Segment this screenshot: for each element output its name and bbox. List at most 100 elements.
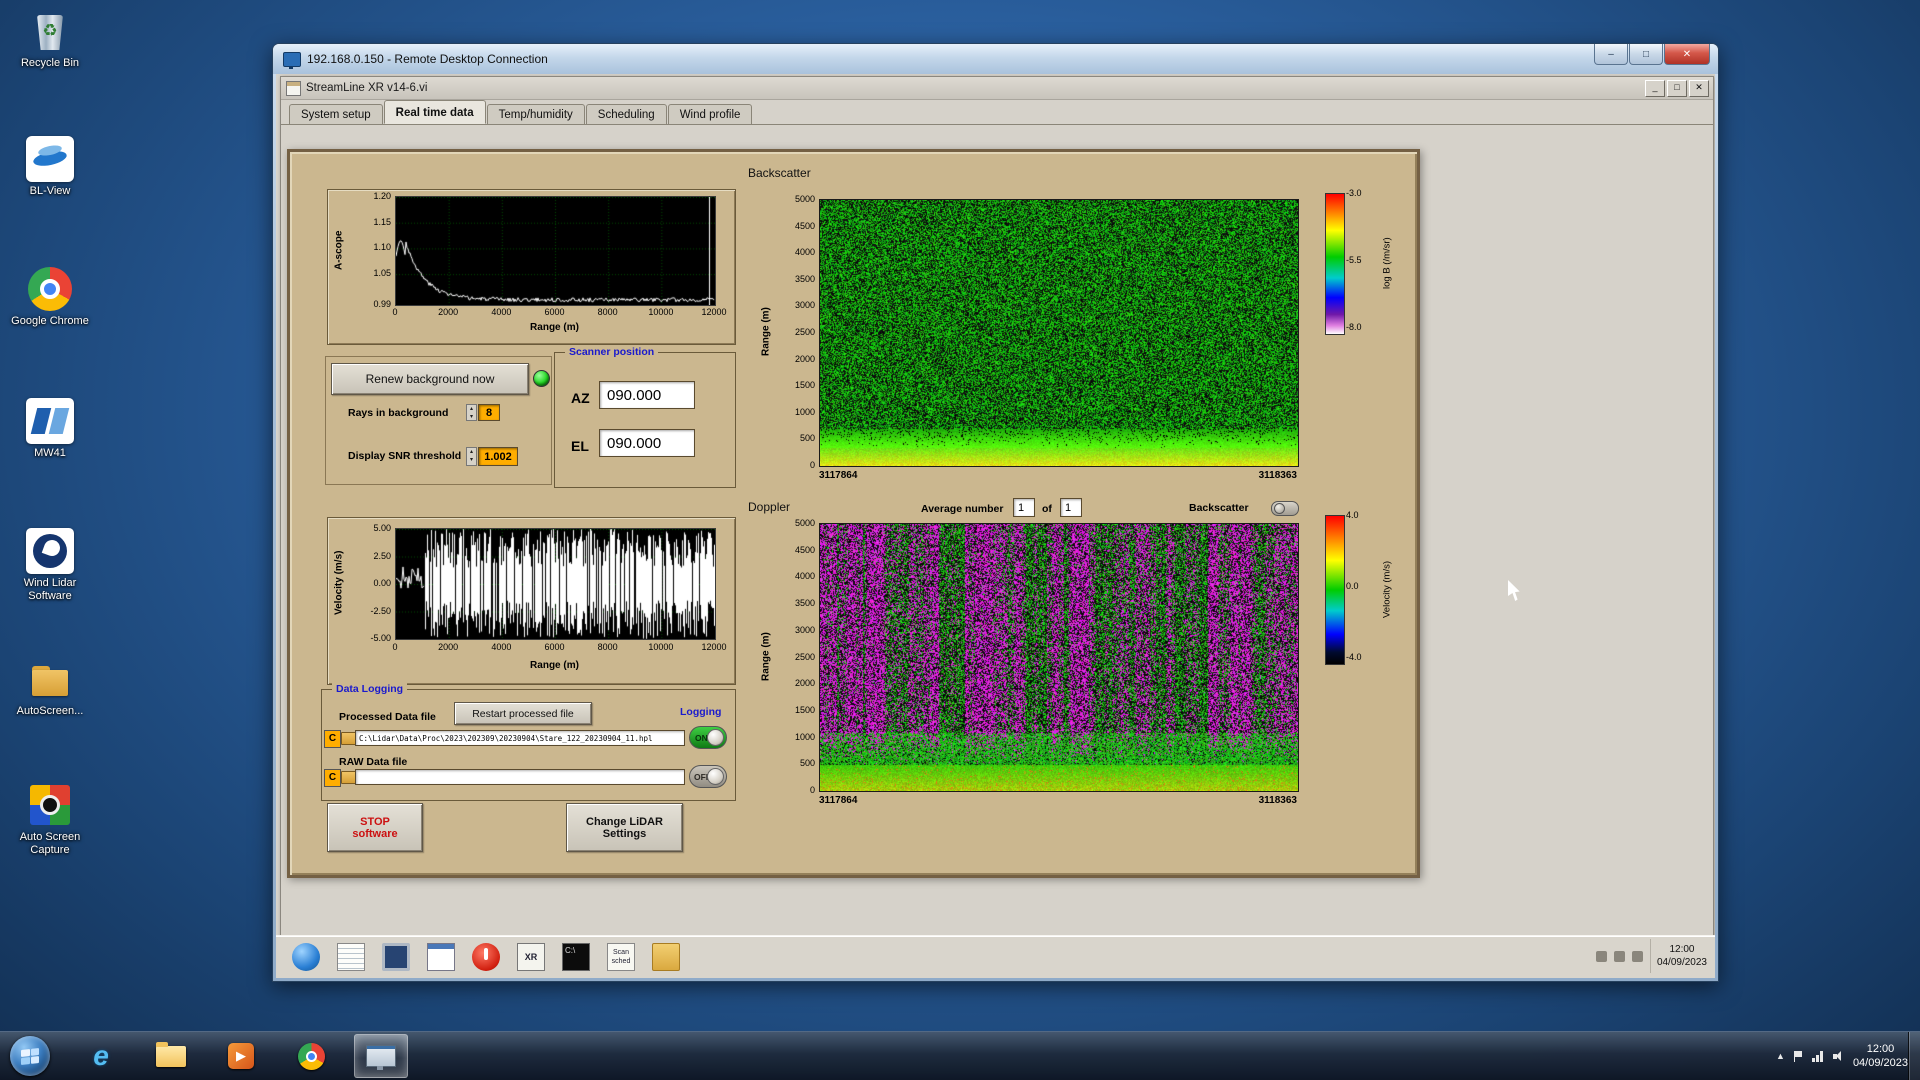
remote-tray-icon[interactable]	[1631, 950, 1643, 962]
az-value-field[interactable]: 090.000	[599, 381, 695, 409]
backscatter-x-start: 3117864	[819, 470, 858, 481]
network-icon[interactable]	[1811, 1050, 1824, 1062]
document-icon[interactable]	[337, 943, 365, 971]
logging-label: Logging	[680, 706, 722, 718]
start-button[interactable]	[10, 1036, 50, 1076]
maximize-button[interactable]: □	[1629, 44, 1663, 65]
taskbar-clock[interactable]: 12:00 04/09/2023	[1853, 1042, 1908, 1070]
tab-bar: System setup Real time data Temp/humidity S…	[281, 99, 1713, 125]
tray-expand-icon[interactable]: ▲	[1776, 1051, 1785, 1061]
axis-tick: 0.0	[1346, 581, 1359, 591]
desktop-icon-recycle-bin[interactable]: Recycle Bin	[4, 8, 96, 70]
snr-spinner[interactable]: ▴ ▾	[466, 447, 477, 466]
windows-flag-icon	[21, 1047, 39, 1065]
power-icon[interactable]	[472, 943, 500, 971]
doppler-plot	[819, 523, 1299, 792]
axis-tick: 4000	[794, 571, 815, 582]
raw-path-field[interactable]	[355, 769, 685, 785]
rdp-taskbar-icon[interactable]	[354, 1034, 408, 1078]
axis-tick: 1.20	[373, 191, 391, 201]
desktop-icon-autoscreen-folder[interactable]: AutoScreen...	[4, 656, 96, 718]
processed-drive-button[interactable]: C	[324, 730, 341, 748]
scanner-position-group: Scanner position AZ 090.000 EL 090.000	[554, 346, 736, 488]
desktop-icon-mw41[interactable]: MW41	[4, 398, 96, 460]
axis-tick: -2.50	[370, 605, 391, 616]
restart-processed-file-button[interactable]: Restart processed file	[454, 702, 592, 725]
app-restore-button[interactable]: □	[1667, 80, 1687, 97]
data-logging-group: Data Logging Processed Data file Restart…	[321, 683, 736, 801]
desktop-icon-wind-lidar[interactable]: Wind Lidar Software	[4, 528, 96, 603]
desktop-icon-auto-screen-capture[interactable]: Auto Screen Capture	[4, 782, 96, 857]
axis-tick: 2000	[438, 642, 459, 652]
toggle-knob	[707, 768, 724, 785]
axis-tick: 4.0	[1346, 510, 1359, 520]
wind-lidar-icon	[26, 528, 74, 574]
folder-icon	[156, 1041, 186, 1067]
rays-spinner[interactable]: ▴ ▾	[466, 404, 477, 421]
remote-tray-icon[interactable]	[1595, 950, 1607, 962]
xr-app-icon[interactable]: XR	[517, 943, 545, 971]
folder-icon[interactable]	[652, 943, 680, 971]
tab-wind-profile[interactable]: Wind profile	[667, 104, 753, 125]
tab-scheduling[interactable]: Scheduling	[585, 104, 667, 125]
autoscreen-folder-icon	[26, 656, 74, 702]
snr-value[interactable]: 1.002	[478, 447, 518, 466]
axis-tick: 6000	[544, 307, 565, 317]
processed-logging-toggle[interactable]: ON	[689, 726, 727, 749]
axis-tick: 500	[799, 433, 815, 444]
el-value-field[interactable]: 090.000	[599, 429, 695, 457]
ie-icon[interactable]	[292, 943, 320, 971]
image-viewer-icon[interactable]	[427, 943, 455, 971]
remote-clock-time: 12:00	[1669, 944, 1695, 955]
desktop-icon-bl-view[interactable]: BL-View	[4, 136, 96, 198]
app-title: StreamLine XR v14-6.vi	[306, 82, 428, 94]
renew-background-button[interactable]: Renew background now	[331, 363, 529, 395]
explorer-taskbar-icon[interactable]	[144, 1034, 198, 1078]
rdp-titlebar[interactable]: 192.168.0.150 - Remote Desktop Connectio…	[273, 44, 1718, 74]
axis-tick: -5.5	[1346, 255, 1362, 265]
tab-system-setup[interactable]: System setup	[289, 104, 383, 125]
backscatter-colorbar-label: log B (/m/sr)	[1381, 237, 1393, 289]
remote-clock[interactable]: 12:00 04/09/2023	[1649, 939, 1707, 973]
axis-tick: 1.15	[373, 216, 391, 227]
volume-icon[interactable]	[1832, 1050, 1844, 1062]
chrome-taskbar-icon[interactable]	[284, 1034, 338, 1078]
axis-tick: 4500	[794, 220, 815, 231]
axis-tick: 4000	[491, 307, 512, 317]
raw-logging-toggle[interactable]: OFF	[689, 765, 727, 788]
ie-taskbar-icon[interactable]: e	[74, 1034, 128, 1078]
scan-sched-icon[interactable]: Scan sched	[607, 943, 635, 971]
tab-real-time-data[interactable]: Real time data	[383, 100, 486, 124]
clock-date: 04/09/2023	[1852, 1057, 1908, 1069]
app-titlebar[interactable]: StreamLine XR v14-6.vi _ □ ✕	[281, 77, 1713, 100]
show-desktop-button[interactable]	[1908, 1032, 1920, 1080]
rays-value[interactable]: 8	[478, 404, 500, 421]
raw-drive-button[interactable]: C	[324, 769, 341, 787]
media-player-taskbar-icon[interactable]: ▶	[214, 1034, 268, 1078]
ascope-chart: A-scope Range (m) 1.20 1.15 1.10 1.05 0.99 0 2…	[327, 189, 736, 345]
terminal-icon[interactable]: C:\	[562, 943, 590, 971]
axis-tick: 1000	[794, 731, 815, 742]
remote-taskbar: XR C:\ Scan sched 12:00 04/09/2023	[276, 935, 1715, 978]
processed-path-field[interactable]: C:\Lidar\Data\Proc\2023\202309\20230904\…	[355, 730, 685, 746]
action-center-icon[interactable]	[1793, 1050, 1803, 1062]
stop-software-button[interactable]: STOP software	[327, 803, 423, 852]
data-logging-title: Data Logging	[332, 683, 408, 695]
close-button[interactable]: ✕	[1664, 44, 1710, 65]
app-minimize-button[interactable]: _	[1645, 80, 1665, 97]
axis-tick: 2000	[438, 307, 459, 317]
processed-browse-icon[interactable]	[341, 732, 356, 745]
tab-temp-humidity[interactable]: Temp/humidity	[486, 104, 585, 125]
desktop-icon-label: Google Chrome	[11, 315, 89, 327]
axis-tick: 4000	[491, 642, 512, 652]
axis-tick: 1500	[794, 380, 815, 391]
remote-tray-icon[interactable]	[1613, 950, 1625, 962]
minimize-button[interactable]: –	[1594, 44, 1628, 65]
app-close-button[interactable]: ✕	[1689, 80, 1709, 97]
processed-data-file-label: Processed Data file	[339, 711, 436, 723]
monitor-icon[interactable]	[382, 943, 410, 971]
change-lidar-settings-button[interactable]: Change LiDAR Settings	[566, 803, 683, 852]
front-panel: A-scope Range (m) 1.20 1.15 1.10 1.05 0.99 0 2…	[287, 149, 1420, 878]
raw-browse-icon[interactable]	[341, 771, 356, 784]
desktop-icon-google-chrome[interactable]: Google Chrome	[4, 266, 96, 328]
